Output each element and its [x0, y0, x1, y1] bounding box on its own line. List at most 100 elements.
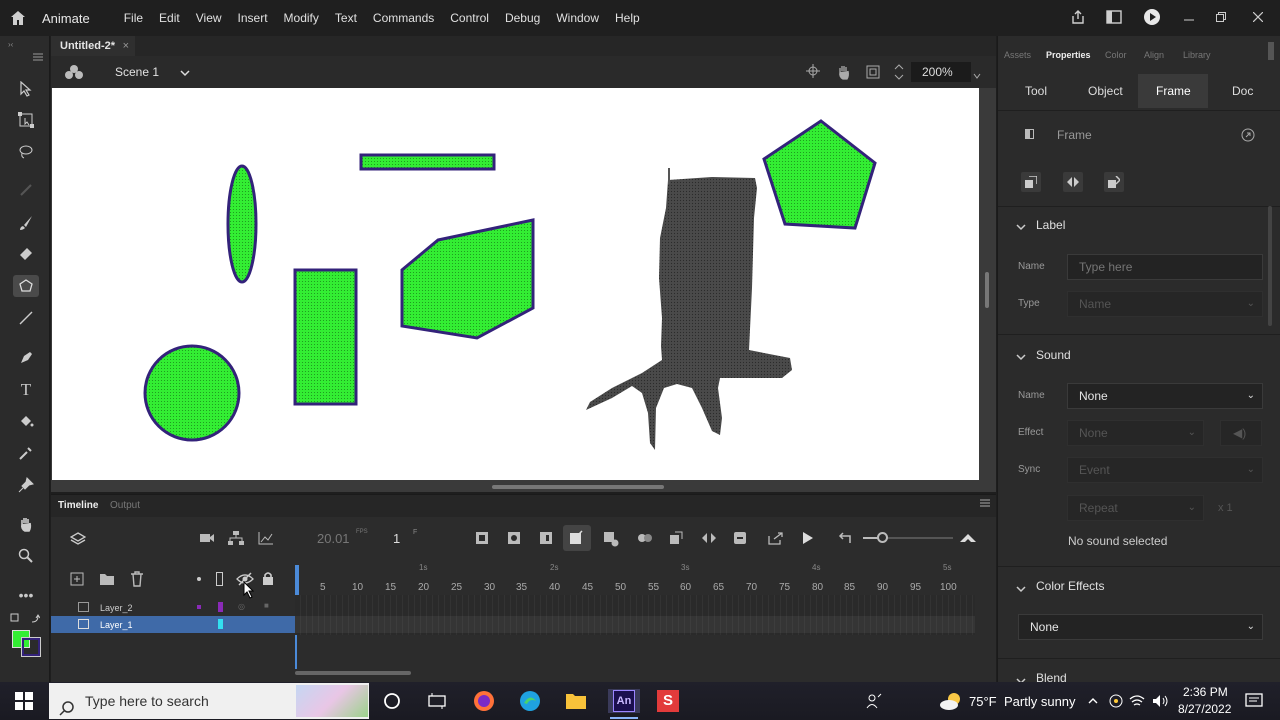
sound-repeat-select[interactable]: Repeat ⌄ [1067, 495, 1204, 521]
label-type-select[interactable]: Name ⌄ [1067, 291, 1263, 317]
shape-circle[interactable] [143, 344, 241, 442]
menu-control[interactable]: Control [442, 11, 497, 25]
onion-skin-button[interactable] [563, 525, 591, 551]
wifi-icon[interactable] [1127, 689, 1147, 713]
pin-tool-icon[interactable] [13, 474, 39, 496]
layer-name[interactable]: Layer_1 [100, 620, 133, 630]
bone-tool-icon[interactable] [13, 179, 39, 201]
subtab-tool[interactable]: Tool [1025, 84, 1047, 98]
layer-outline-color[interactable] [218, 602, 223, 612]
brush-tool-icon[interactable] [13, 212, 39, 234]
rotate-view-icon[interactable] [836, 64, 852, 83]
layer-row-layer-2[interactable]: Layer_2 ◎ ■ [51, 599, 295, 616]
menu-edit[interactable]: Edit [151, 11, 188, 25]
network-tray-icon[interactable] [1106, 689, 1126, 713]
sound-sync-select[interactable]: Event ⌄ [1067, 457, 1263, 483]
frame-zoom-handle[interactable] [877, 532, 888, 543]
shape-rectangle[interactable] [293, 268, 358, 406]
menu-debug[interactable]: Debug [497, 11, 548, 25]
screencast-app-icon[interactable]: S [656, 689, 680, 713]
workspace-icon[interactable] [1096, 9, 1132, 27]
layer-name[interactable]: Layer_2 [100, 603, 133, 613]
edge-icon[interactable] [518, 689, 542, 713]
outline-layers-icon[interactable] [216, 572, 223, 586]
scene-icon[interactable] [65, 64, 83, 83]
classic-tween-icon[interactable] [733, 531, 747, 548]
stage-v-scrollbar[interactable] [985, 272, 989, 308]
zoom-dropdown-icon[interactable] [973, 68, 981, 82]
tab-close-icon[interactable]: × [123, 36, 129, 56]
volume-icon[interactable] [1151, 689, 1171, 713]
menu-window[interactable]: Window [548, 11, 607, 25]
pen-tool-icon[interactable] [13, 347, 39, 369]
insert-frame-icon[interactable] [539, 531, 553, 548]
color-effects-select[interactable]: None ⌄ [1018, 614, 1263, 640]
timeline-scrollbar[interactable] [295, 671, 411, 675]
label-section-chevron-icon[interactable] [1016, 220, 1026, 234]
shape-bar[interactable] [359, 153, 496, 171]
zoom-stepper-icon[interactable] [894, 62, 904, 85]
taskbar-search-input[interactable]: Type here to search [49, 683, 369, 719]
shape-pentagon[interactable] [762, 119, 877, 230]
lasso-tool-icon[interactable] [13, 141, 39, 163]
clock-time[interactable]: 2:36 PM [1183, 685, 1228, 699]
subtab-frame[interactable]: Frame [1156, 84, 1191, 98]
weather-text[interactable]: Partly sunny [1004, 694, 1076, 709]
layer-outline-color[interactable] [218, 619, 223, 629]
shape-tree-stump[interactable] [586, 177, 792, 450]
layer-highlight-dot[interactable] [197, 605, 201, 609]
minimize-icon[interactable] [1172, 11, 1206, 25]
panel-scrollbar-top[interactable] [1268, 42, 1274, 60]
windows-start-icon[interactable] [12, 689, 36, 713]
swap-colors-icon[interactable] [10, 612, 41, 627]
insert-keyframe-icon[interactable] [475, 531, 489, 548]
share-icon[interactable] [1060, 9, 1096, 28]
color-effects-chevron-icon[interactable] [1016, 582, 1026, 596]
menu-view[interactable]: View [188, 11, 230, 25]
tab-assets[interactable]: Assets [1004, 50, 1031, 60]
frame-action-3-icon[interactable] [1104, 172, 1124, 192]
tab-library[interactable]: Library [1183, 50, 1211, 60]
sound-edit-button[interactable]: ◀) [1220, 420, 1262, 446]
edit-multiple-frames-icon[interactable] [603, 531, 619, 550]
paint-bucket-tool-icon[interactable] [13, 411, 39, 433]
hand-tool-icon[interactable] [13, 513, 39, 535]
menu-text[interactable]: Text [327, 11, 365, 25]
sound-repeat-count[interactable]: x 1 [1218, 502, 1233, 514]
frame-help-icon[interactable] [1241, 128, 1255, 145]
sound-name-select[interactable]: None ⌄ [1067, 383, 1263, 409]
shape-tween-icon[interactable] [701, 532, 717, 547]
text-tool-icon[interactable]: T [13, 379, 39, 401]
home-icon[interactable] [0, 0, 36, 36]
zoom-input[interactable]: 200% [911, 62, 971, 82]
file-explorer-icon[interactable] [564, 689, 588, 713]
weather-temp[interactable]: 75°F [969, 694, 997, 709]
sound-section-chevron-icon[interactable] [1016, 350, 1026, 364]
play-icon[interactable] [802, 532, 814, 547]
scene-label[interactable]: Scene 1 [115, 65, 159, 79]
layer-parenting-icon[interactable] [228, 531, 244, 548]
graph-icon[interactable] [258, 531, 274, 548]
tab-timeline[interactable]: Timeline [58, 500, 98, 511]
people-icon[interactable] [862, 689, 886, 713]
fit-frames-icon[interactable] [959, 531, 977, 546]
eraser-tool-icon[interactable] [13, 243, 39, 265]
layer-row-layer-1[interactable]: Layer_1 [51, 616, 295, 633]
insert-blank-keyframe-icon[interactable] [507, 531, 521, 548]
subtab-object[interactable]: Object [1088, 84, 1123, 98]
menu-commands[interactable]: Commands [365, 11, 442, 25]
notifications-icon[interactable] [1242, 689, 1266, 713]
widgets-icon[interactable] [425, 689, 449, 713]
menu-help[interactable]: Help [607, 11, 648, 25]
close-icon[interactable] [1236, 11, 1280, 25]
more-tools-icon[interactable]: ••• [13, 584, 39, 606]
frames-grid[interactable] [295, 595, 975, 635]
line-tool-icon[interactable] [13, 307, 39, 329]
panel-menu-icon[interactable] [33, 50, 43, 64]
scene-dropdown-icon[interactable] [180, 66, 190, 80]
weather-icon[interactable] [938, 689, 964, 713]
firefox-icon[interactable] [472, 689, 496, 713]
tab-output[interactable]: Output [110, 500, 140, 511]
delete-layer-icon[interactable] [130, 571, 144, 590]
convert-symbol-icon[interactable] [669, 531, 683, 548]
